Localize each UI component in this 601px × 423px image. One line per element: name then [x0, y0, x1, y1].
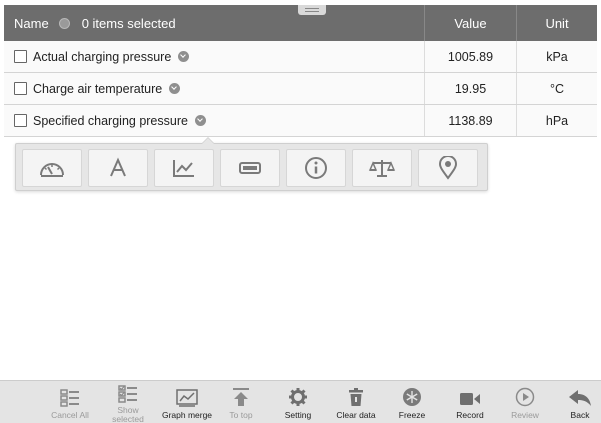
- parameter-name-cell: Charge air temperature: [4, 73, 424, 104]
- record-icon: [460, 393, 480, 405]
- back-label: Back: [570, 410, 590, 420]
- review-icon: [515, 387, 535, 407]
- location-button[interactable]: [418, 149, 478, 187]
- parameter-name-cell: Actual charging pressure: [4, 41, 424, 72]
- cancel-all-button[interactable]: Cancel All: [48, 381, 92, 423]
- info-icon: [305, 157, 327, 179]
- parameter-name: Actual charging pressure: [33, 49, 172, 64]
- value-column-header: Value: [424, 5, 516, 41]
- setting-label: Setting: [284, 410, 312, 420]
- back-button[interactable]: Back: [562, 381, 598, 423]
- gauge-mode-button[interactable]: [22, 149, 82, 187]
- chevron-down-icon[interactable]: [169, 83, 181, 94]
- info-button[interactable]: [286, 149, 346, 187]
- setting-button[interactable]: Setting: [278, 381, 318, 423]
- row-checkbox[interactable]: [14, 50, 27, 63]
- review-button[interactable]: Review: [505, 381, 545, 423]
- name-column-label: Name: [14, 15, 49, 31]
- parameter-value: 1138.89: [424, 105, 516, 136]
- parameter-name: Charge air temperature: [33, 81, 163, 96]
- row-checkbox[interactable]: [14, 82, 27, 95]
- digital-mode-button[interactable]: [220, 149, 280, 187]
- display-mode-popup: [15, 137, 488, 191]
- gauge-icon: [40, 163, 64, 177]
- show-selected-icon: [118, 385, 137, 403]
- freeze-button[interactable]: Freeze: [392, 381, 432, 423]
- clear-data-label: Clear data: [336, 410, 376, 420]
- text-view-icon: [110, 157, 126, 177]
- graph-merge-label: Graph merge: [161, 410, 213, 420]
- freeze-icon: [403, 388, 421, 406]
- parameter-unit: °C: [516, 73, 597, 104]
- table-row[interactable]: Charge air temperature 19.95 °C: [4, 73, 597, 105]
- parameter-value: 1005.89: [424, 41, 516, 72]
- cancel-all-icon: [60, 389, 79, 407]
- parameter-name-cell: Specified charging pressure: [4, 105, 424, 136]
- compare-button[interactable]: [352, 149, 412, 187]
- line-graph-icon: [173, 160, 194, 177]
- trash-icon: [349, 388, 363, 406]
- freeze-label: Freeze: [398, 410, 426, 420]
- drag-handle-icon[interactable]: [298, 5, 326, 15]
- location-pin-icon: [438, 156, 458, 180]
- parameter-value: 19.95: [424, 73, 516, 104]
- parameter-unit: kPa: [516, 41, 597, 72]
- bottom-toolbar: Cancel All Show selected Graph merge To …: [0, 380, 601, 423]
- clear-data-button[interactable]: Clear data: [331, 381, 381, 423]
- cancel-all-label: Cancel All: [51, 410, 89, 420]
- to-top-label: To top: [229, 410, 253, 420]
- table-row[interactable]: Actual charging pressure 1005.89 kPa: [4, 41, 597, 73]
- review-label: Review: [511, 410, 539, 420]
- graph-merge-button[interactable]: Graph merge: [160, 381, 214, 423]
- graph-mode-button[interactable]: [154, 149, 214, 187]
- show-selected-label: Show selected: [112, 405, 144, 423]
- back-arrow-icon: [569, 390, 591, 406]
- parameter-unit: hPa: [516, 105, 597, 136]
- show-selected-button[interactable]: Show selected: [106, 381, 150, 423]
- chevron-down-icon[interactable]: [194, 115, 206, 126]
- unit-column-header: Unit: [516, 5, 597, 41]
- record-label: Record: [456, 410, 484, 420]
- row-checkbox[interactable]: [14, 114, 27, 127]
- table-row[interactable]: Specified charging pressure 1138.89 hPa: [4, 105, 597, 137]
- setting-icon: [289, 388, 307, 406]
- to-top-icon: [233, 388, 249, 406]
- text-mode-button[interactable]: [88, 149, 148, 187]
- name-column-header: Name 0 items selected: [4, 5, 424, 41]
- balance-scale-icon: [368, 160, 396, 177]
- chevron-down-icon[interactable]: [178, 51, 190, 62]
- to-top-button[interactable]: To top: [221, 381, 261, 423]
- graph-merge-icon: [176, 389, 198, 407]
- parameter-name: Specified charging pressure: [33, 113, 188, 128]
- select-all-toggle-icon[interactable]: [58, 17, 70, 29]
- selection-status: 0 items selected: [81, 15, 176, 31]
- table-header: Name 0 items selected Value Unit: [4, 5, 597, 41]
- digital-display-icon: [239, 162, 261, 174]
- record-button[interactable]: Record: [448, 381, 492, 423]
